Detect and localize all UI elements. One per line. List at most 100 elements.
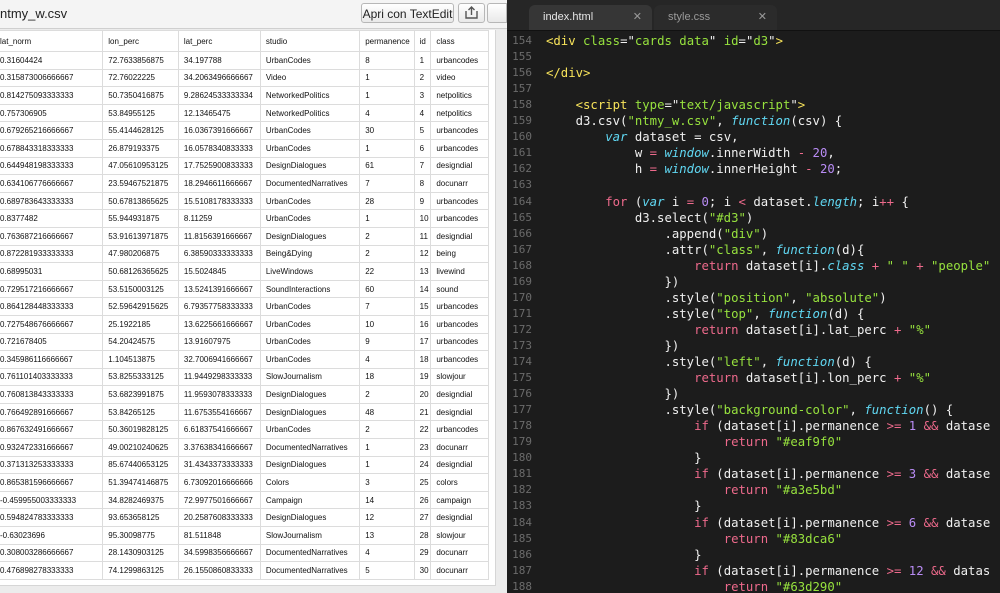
table-cell: 23.59467521875: [102, 174, 179, 193]
close-icon[interactable]: ✕: [758, 5, 767, 30]
table-cell: 85.67440653125: [102, 455, 179, 475]
table-cell: 4: [413, 103, 432, 123]
close-icon[interactable]: ✕: [633, 5, 642, 30]
line-number: 173: [512, 338, 532, 352]
line-number: 188: [512, 579, 532, 593]
code-line: }): [546, 387, 680, 402]
table-cell: 31.4343373333333: [177, 455, 261, 475]
table-cell: DocumentedNarratives: [259, 561, 361, 580]
table-cell: 4: [359, 103, 415, 123]
line-number: 181: [512, 467, 532, 481]
column-header: lat_norm: [0, 30, 104, 52]
table-cell: 2: [359, 385, 415, 404]
table-cell: 0.634106776666667: [0, 174, 104, 193]
table-cell: 0.865381596666667: [0, 473, 104, 492]
table-cell: 7: [413, 156, 432, 176]
table-cell: sound: [430, 279, 489, 299]
table-cell: 74.1299863125: [102, 561, 179, 580]
table-row: 0.867632491666667 50.36019828125 6.6183754…: [0, 420, 489, 440]
table-row: 0.814275093333333 50.7350416875 9.28624533…: [0, 86, 489, 105]
line-number: 171: [512, 306, 532, 320]
line-number-gutter: 154 155 156 157 158 159 160 161 162 163 164 165 166 1…: [507, 33, 537, 593]
code-line: if (dataset[i].permanence >= 3 && datase: [694, 467, 991, 482]
table-cell: DocumentedNarratives: [259, 174, 361, 193]
table-row: 0.345986116666667 1.104513875 32.700694166…: [0, 350, 489, 369]
table-cell: 27: [413, 508, 432, 528]
code-line: }: [546, 499, 702, 514]
table-cell: 3.37638341666667: [177, 438, 261, 457]
table-cell: 30: [413, 561, 432, 580]
table-cell: DesignDialogues: [259, 226, 361, 246]
table-cell: DesignDialogues: [259, 402, 361, 422]
table-cell: urbancodes: [430, 297, 489, 316]
line-number: 161: [512, 146, 532, 160]
tab-index-html[interactable]: index.html ✕: [529, 5, 652, 30]
table-cell: 47.980206875: [102, 244, 179, 264]
csv-table-container[interactable]: lat_norm lon_perc lat_perc studio permanence…: [0, 30, 496, 586]
tab-style-css[interactable]: style.css ✕: [654, 5, 777, 30]
table-cell: 1: [359, 86, 415, 105]
table-cell: DocumentedNarratives: [259, 543, 361, 563]
table-cell: 22: [359, 262, 415, 281]
table-cell: Video: [259, 68, 361, 88]
table-row: 0.872281933333333 47.980206875 6.385903333…: [0, 244, 489, 264]
table-cell: 0.31604424: [0, 51, 104, 70]
line-number: 165: [512, 210, 532, 224]
table-cell: 17.7525900833333: [177, 156, 261, 176]
line-number: 158: [512, 98, 532, 112]
table-cell: 4: [359, 543, 415, 563]
fullscreen-button[interactable]: [487, 3, 507, 23]
editor-tab-bar: index.html ✕ style.css ✕: [507, 0, 1000, 31]
table-cell: 5: [359, 561, 415, 580]
table-cell: 29: [413, 543, 432, 563]
code-text-area[interactable]: <div class="cards data" id="d3"> </div> <…: [546, 33, 1000, 593]
table-cell: 2: [359, 244, 415, 264]
table-cell: UrbanCodes: [259, 297, 361, 316]
table-cell: livewind: [430, 262, 489, 281]
table-cell: NetworkedPolitics: [259, 86, 361, 105]
table-cell: 0.678843318333333: [0, 138, 104, 158]
code-line: d3.csv("ntmy_w.csv", function(csv) {: [546, 114, 843, 129]
tab-label: style.css: [668, 11, 711, 23]
table-cell: 1: [413, 51, 432, 70]
table-cell: UrbanCodes: [259, 51, 361, 70]
table-cell: 10: [359, 314, 415, 334]
table-cell: 22: [413, 420, 432, 440]
table-cell: 53.84955125: [102, 103, 179, 123]
table-cell: 49.00210240625: [102, 438, 179, 457]
table-cell: 72.7633856875: [102, 51, 179, 70]
table-row: 0.644948198333333 47.05610953125 17.752590…: [0, 156, 489, 176]
code-line: .style("background-color", function() {: [546, 403, 954, 418]
code-line: d3.select("#d3"): [546, 210, 754, 225]
tab-label: index.html: [543, 11, 594, 23]
code-editor-pane: index.html ✕ style.css ✕ 154 155 156 157 158…: [507, 0, 1000, 593]
table-cell: 9.28624533333334: [177, 86, 261, 105]
table-cell: 1.104513875: [102, 350, 179, 369]
table-cell: 1: [359, 209, 415, 228]
table-cell: 20.2587608333333: [177, 508, 261, 528]
table-cell: 12.13465475: [177, 103, 261, 123]
table-row: 0.865381596666667 51.39474146875 6.7309201…: [0, 473, 489, 492]
line-number: 160: [512, 130, 532, 144]
table-cell: 34.8282469375: [102, 490, 179, 510]
table-cell: 6.79357758333333: [177, 297, 261, 316]
table-cell: 0.644948198333333: [0, 156, 104, 176]
share-button[interactable]: [458, 3, 485, 23]
table-cell: 1: [359, 138, 415, 158]
table-cell: 5: [413, 121, 432, 140]
csv-table: lat_norm lon_perc lat_perc studio permanence…: [0, 30, 489, 580]
table-cell: 15.5024845: [177, 262, 261, 281]
open-with-textedit-button[interactable]: Apri con TextEdit: [361, 3, 454, 23]
table-cell: Colors: [259, 473, 361, 492]
table-cell: video: [430, 68, 489, 88]
table-cell: urbancodes: [430, 209, 489, 228]
column-header: lon_perc: [102, 30, 179, 52]
code-line: <div class="cards data" id="d3">: [546, 34, 783, 48]
table-cell: 34.2063496666667: [177, 68, 261, 88]
code-line: </div>: [546, 66, 591, 81]
table-row: 0.721678405 54.20424575 13.91607975 UrbanCo…: [0, 332, 489, 352]
table-cell: campaign: [430, 490, 489, 510]
code-line: return dataset[i].lon_perc + "%": [694, 371, 932, 386]
table-cell: 18: [359, 367, 415, 387]
table-cell: 8: [413, 174, 432, 193]
